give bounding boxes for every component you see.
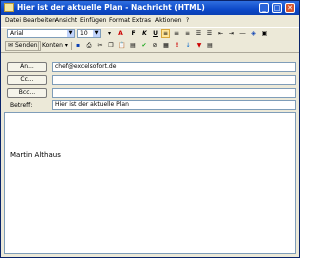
copy-icon[interactable]: ❐: [107, 42, 115, 50]
save-icon[interactable]: ▪: [74, 42, 82, 50]
increase-indent-icon[interactable]: ⇥: [227, 29, 236, 38]
bullet-list-icon[interactable]: ☰: [205, 29, 214, 38]
cc-field[interactable]: [52, 75, 296, 85]
decrease-indent-icon[interactable]: ⇤: [216, 29, 225, 38]
flag-icon[interactable]: ▼: [195, 42, 203, 50]
low-importance-icon[interactable]: ↓: [184, 42, 192, 50]
font-size-value: 10: [80, 30, 88, 37]
bold-button[interactable]: F: [129, 29, 138, 38]
message-body[interactable]: Martin Althaus: [4, 112, 296, 254]
font-size-select[interactable]: 10 ▼: [77, 29, 101, 38]
underline-button[interactable]: U: [151, 29, 160, 38]
window-title: Hier ist der aktuelle Plan - Nachricht (…: [17, 3, 205, 12]
options-icon[interactable]: ▤: [206, 42, 214, 50]
menu-bar: Datei Bearbeiten Ansicht Einfügen Format…: [1, 16, 299, 26]
envelope-icon: [4, 3, 14, 12]
to-field[interactable]: chef@excelsofort.de: [52, 62, 296, 72]
minimize-button[interactable]: _: [259, 3, 269, 13]
italic-button[interactable]: K: [140, 29, 149, 38]
font-color-button[interactable]: A: [116, 29, 125, 38]
align-right-icon[interactable]: ≡: [183, 29, 192, 38]
close-button[interactable]: ✕: [285, 3, 295, 13]
to-button[interactable]: An...: [7, 62, 47, 72]
subject-label: Betreff:: [10, 102, 33, 109]
maximize-button[interactable]: □: [272, 3, 282, 13]
high-importance-icon[interactable]: !: [173, 42, 181, 50]
menu-ansicht[interactable]: Ansicht: [55, 17, 77, 25]
accounts-button[interactable]: Konten ▾: [42, 41, 68, 50]
align-left-icon[interactable]: ≡: [161, 29, 170, 38]
align-center-icon[interactable]: ≡: [172, 29, 181, 38]
font-value: Arial: [10, 30, 24, 37]
menu-datei[interactable]: Datei: [5, 17, 21, 25]
check-names-icon[interactable]: ✔: [140, 42, 148, 50]
send-icon: ✉: [8, 42, 14, 49]
toolbar-separator: [38, 42, 39, 50]
font-select[interactable]: Arial ▼: [7, 29, 75, 38]
insert-item-icon[interactable]: ▦: [162, 42, 170, 50]
cc-button[interactable]: Cc...: [7, 75, 47, 85]
menu-bearbeiten[interactable]: Bearbeiten: [23, 17, 56, 25]
horizontal-line-icon[interactable]: ―: [238, 29, 247, 38]
picture-icon[interactable]: ▣: [260, 29, 269, 38]
address-book-icon[interactable]: ▤: [129, 42, 137, 50]
standard-toolbar: ✉ Senden Konten ▾ ▪ ⎙ ✂ ❐ 📋 ▤ ✔ ⊘ ▦ ! ↓ …: [1, 40, 299, 53]
style-button[interactable]: ▾: [105, 29, 114, 38]
chevron-down-icon: ▼: [67, 30, 74, 37]
chevron-down-icon: ▼: [93, 30, 100, 37]
accounts-label: Konten: [42, 42, 63, 49]
title-bar[interactable]: Hier ist der aktuelle Plan - Nachricht (…: [1, 1, 299, 15]
subject-field[interactable]: Hier ist der aktuelle Plan: [52, 100, 296, 110]
toolbar-separator: [71, 42, 72, 50]
numbered-list-icon[interactable]: ☰: [194, 29, 203, 38]
menu-einfuegen[interactable]: Einfügen: [80, 17, 106, 25]
hyperlink-icon[interactable]: ◈: [249, 29, 258, 38]
bcc-field[interactable]: [52, 88, 296, 98]
format-toolbar: Arial ▼ 10 ▼ ▾ A F K U ≡ ≡ ≡ ☰ ☰ ⇤ ⇥ ― ◈…: [1, 27, 299, 40]
print-icon[interactable]: ⎙: [85, 42, 93, 50]
message-header: An... chef@excelsofort.de Cc... Bcc... B…: [1, 53, 299, 111]
cut-icon[interactable]: ✂: [96, 42, 104, 50]
menu-format[interactable]: Format: [109, 17, 130, 25]
paste-icon[interactable]: 📋: [118, 42, 126, 50]
menu-help[interactable]: ?: [186, 17, 189, 25]
send-label: Senden: [14, 42, 38, 49]
signature-text: Martin Althaus: [10, 151, 61, 159]
attach-icon[interactable]: ⊘: [151, 42, 159, 50]
message-window: Hier ist der aktuelle Plan - Nachricht (…: [0, 0, 300, 258]
menu-aktionen[interactable]: Aktionen: [155, 17, 182, 25]
send-button[interactable]: ✉ Senden: [5, 41, 41, 51]
menu-extras[interactable]: Extras: [132, 17, 151, 25]
bcc-button[interactable]: Bcc...: [7, 88, 47, 98]
